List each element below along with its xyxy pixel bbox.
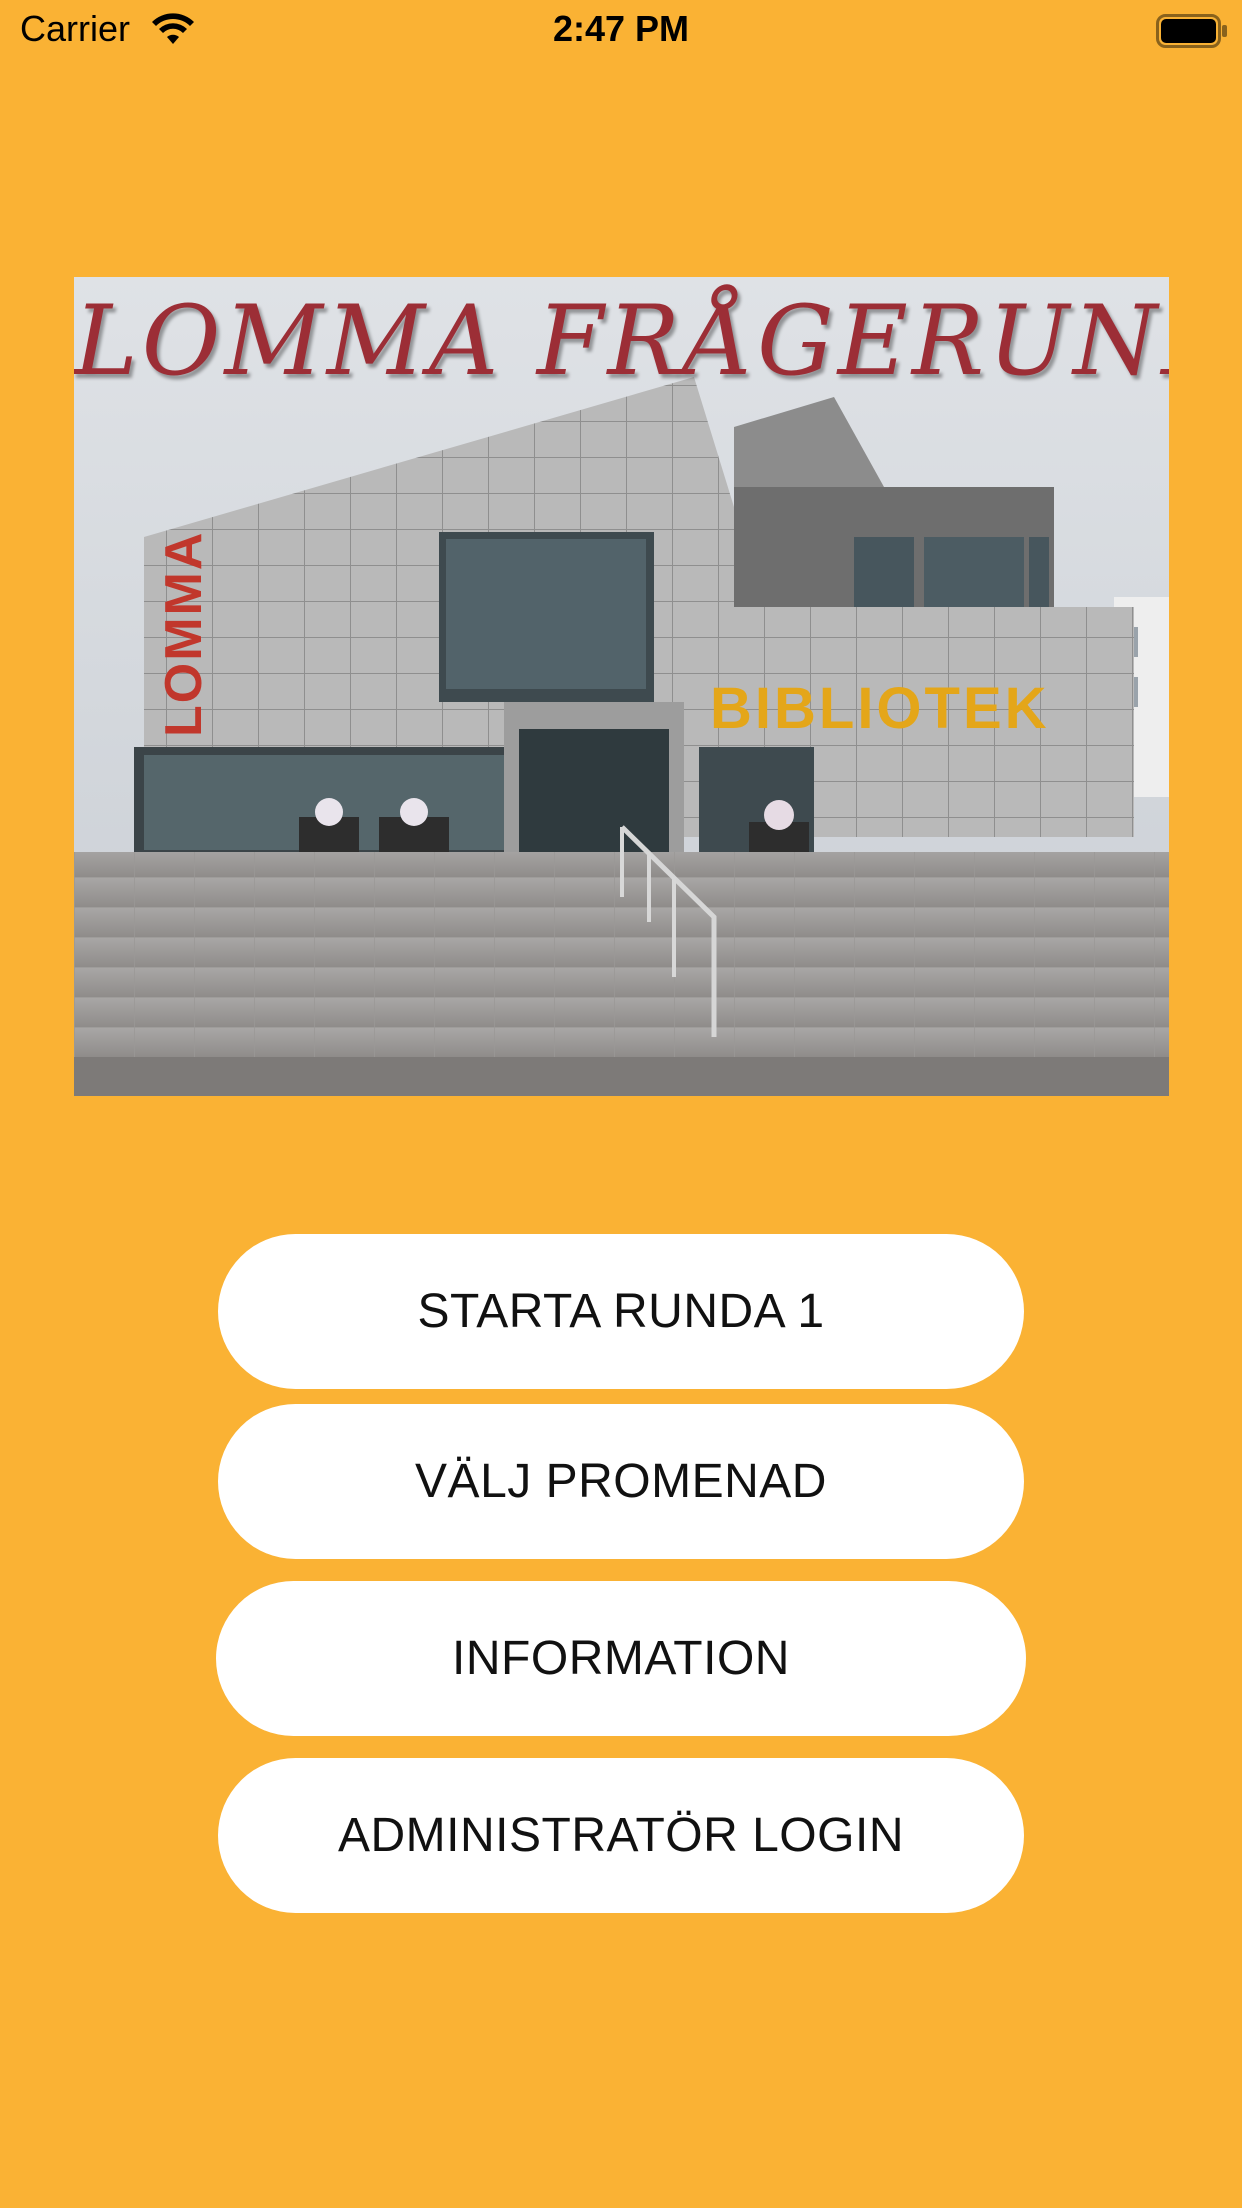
battery-icon <box>1156 14 1227 48</box>
status-bar: Carrier 2:47 PM <box>0 0 1242 60</box>
status-time: 2:47 PM <box>552 8 690 49</box>
start-round-button[interactable]: STARTA RUNDA 1 <box>218 1234 1024 1389</box>
hero-image: LOMMA FRÅGERUNDA LOMMA BIBLIOTEK <box>74 277 1169 1096</box>
admin-login-button[interactable]: ADMINISTRATÖR LOGIN <box>218 1758 1024 1913</box>
information-button[interactable]: INFORMATION <box>216 1581 1026 1736</box>
choose-walk-button[interactable]: VÄLJ PROMENAD <box>218 1404 1024 1559</box>
building-sign-bibliotek: BIBLIOTEK <box>710 676 1050 741</box>
hero-title: LOMMA FRÅGERUNDA <box>74 285 1169 397</box>
building-sign-lomma: LOMMA <box>155 530 213 737</box>
